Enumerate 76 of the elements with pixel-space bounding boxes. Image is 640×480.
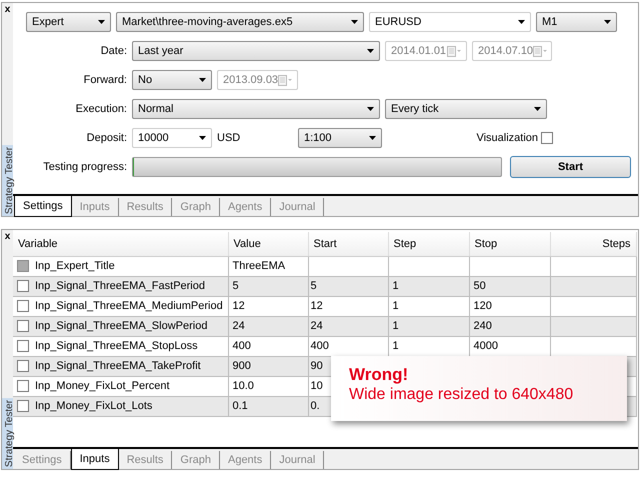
- checkbox[interactable]: [17, 400, 29, 412]
- caret-icon: [351, 20, 358, 24]
- tab[interactable]: Settings: [14, 196, 72, 217]
- caret-icon: [518, 20, 525, 24]
- dropdown[interactable]: Market\three-moving-averages.ex5: [116, 12, 364, 32]
- calendar-icon: [533, 46, 548, 56]
- table-cell: 0.1: [228, 396, 308, 416]
- dropdown[interactable]: M1: [536, 12, 617, 32]
- tab[interactable]: Inputs: [70, 449, 119, 470]
- field-label: Testing progress:: [42, 160, 127, 175]
- column-header[interactable]: Steps: [550, 232, 636, 256]
- variable-name: Inp_Expert_Title: [35, 258, 115, 274]
- dropdown[interactable]: 1:100: [298, 128, 382, 148]
- checkbox[interactable]: [541, 132, 553, 144]
- dropdown[interactable]: Normal: [132, 99, 380, 119]
- table-cell: 240: [469, 316, 550, 336]
- table-cell: 24: [308, 316, 388, 336]
- table-cell: 1: [388, 276, 469, 296]
- panel-title: Strategy Tester: [2, 144, 13, 216]
- combo-box[interactable]: 10000: [132, 128, 212, 148]
- checkbox[interactable]: [17, 300, 29, 312]
- checkbox-label: Visualization: [476, 130, 538, 146]
- caret-icon: [367, 107, 374, 111]
- variable-name: Inp_Signal_ThreeEMA_StopLoss: [35, 338, 198, 354]
- caret-icon: [98, 20, 105, 24]
- dropdown[interactable]: Expert: [26, 12, 111, 32]
- table-cell: 120: [469, 296, 550, 316]
- caret-icon: [199, 136, 206, 140]
- checkbox[interactable]: [17, 360, 29, 372]
- table-cell: 10.0: [228, 376, 308, 396]
- column-header[interactable]: Stop: [469, 232, 550, 256]
- field-label: Date:: [100, 44, 127, 59]
- variable-name: Inp_Signal_ThreeEMA_SlowPeriod: [35, 318, 208, 334]
- table-cell: 5: [228, 276, 308, 296]
- column-header[interactable]: Value: [228, 232, 308, 256]
- caret-icon: [199, 78, 206, 82]
- caret-icon: [369, 136, 376, 140]
- checkbox[interactable]: [17, 280, 29, 292]
- checkbox[interactable]: [17, 320, 29, 332]
- variable-name: Inp_Signal_ThreeEMA_FastPeriod: [35, 278, 205, 294]
- checkbox[interactable]: [17, 340, 29, 352]
- column-header[interactable]: Variable: [13, 232, 228, 256]
- dropdown[interactable]: No: [132, 70, 212, 90]
- variable-name: Inp_Money_FixLot_Percent: [35, 378, 170, 394]
- variable-name: Inp_Signal_ThreeEMA_TakeProfit: [35, 358, 201, 374]
- table-cell: 12: [308, 296, 388, 316]
- column-header[interactable]: Step: [388, 232, 469, 256]
- calendar-icon: [278, 74, 292, 86]
- combo-box[interactable]: EURUSD: [369, 12, 531, 32]
- panel-title: Strategy Tester: [2, 398, 13, 469]
- table-cell: 1: [388, 296, 469, 316]
- table-cell: 900: [228, 356, 308, 376]
- caret-icon: [534, 107, 541, 111]
- close-button[interactable]: x: [4, 5, 10, 15]
- calendar-icon: [447, 46, 461, 56]
- field-label: Forward:: [82, 72, 127, 88]
- table-cell: 5: [308, 276, 388, 296]
- column-header[interactable]: Start: [308, 232, 388, 256]
- table-cell: 1: [388, 316, 469, 336]
- caret-icon: [367, 49, 374, 53]
- field-label: Deposit:: [86, 130, 127, 146]
- currency-label: USD: [217, 130, 242, 146]
- variable-name: Inp_Signal_ThreeEMA_MediumPeriod: [35, 298, 223, 314]
- field-label: Execution:: [74, 102, 127, 117]
- caret-icon: [604, 20, 611, 24]
- checkbox[interactable]: [17, 380, 29, 392]
- dropdown[interactable]: Every tick: [385, 99, 547, 119]
- table-cell: 400: [228, 336, 308, 356]
- table-cell: 50: [469, 276, 550, 296]
- variable-name: Inp_Money_FixLot_Lots: [35, 398, 152, 414]
- dropdown[interactable]: Last year: [132, 41, 380, 61]
- table-cell: 24: [228, 316, 308, 336]
- table-cell: ThreeEMA: [228, 256, 308, 276]
- start-button[interactable]: Start: [510, 156, 631, 178]
- table-cell: 12: [228, 296, 308, 316]
- close-button[interactable]: x: [4, 232, 10, 242]
